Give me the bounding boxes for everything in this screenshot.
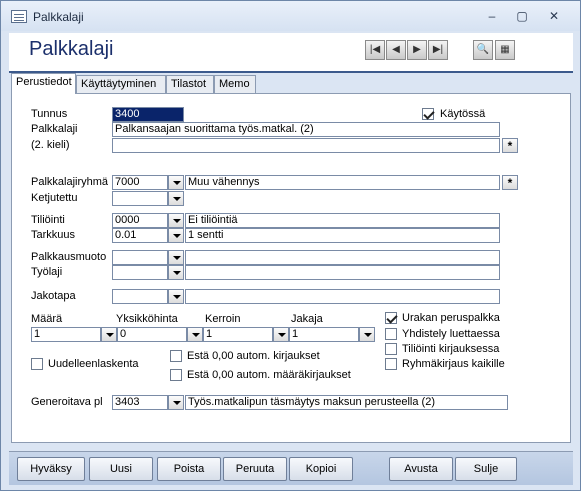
translate-button[interactable]: * (502, 138, 518, 153)
yksikkohinta-combo[interactable]: 0 (117, 327, 187, 342)
ketjutettu-label: Ketjutettu (31, 192, 78, 204)
kerroin-label: Kerroin (205, 313, 241, 325)
uusi-button[interactable]: Uusi (89, 457, 153, 481)
tyolaji-label: Työlaji (31, 266, 63, 278)
ryhmakirj-label: Ryhmäkirjaus kaikille (402, 358, 505, 370)
urakan-label: Urakan peruspalkka (402, 312, 500, 324)
page-title: Palkkalaji (29, 38, 114, 60)
ketjutettu-dropdown[interactable] (168, 191, 184, 206)
maara-combo[interactable]: 1 (31, 327, 101, 342)
jakaja-dropdown[interactable] (359, 327, 375, 342)
tab-perustiedot[interactable]: Perustiedot (11, 73, 76, 94)
minimize-button[interactable]: – (479, 7, 505, 25)
window-title: Palkkalaji (33, 10, 84, 24)
generoitava-dropdown[interactable] (168, 395, 184, 410)
yhdistely-label: Yhdistely luettaessa (402, 328, 500, 340)
avusta-button[interactable]: Avusta (389, 457, 453, 481)
tab-kayttaytyminen[interactable]: Käyttäytyminen (76, 75, 166, 93)
palkkausmuoto-label: Palkkausmuoto (31, 251, 107, 263)
jakotapa-combo[interactable] (112, 289, 168, 304)
ryhma-star-button[interactable]: * (502, 175, 518, 190)
prev-record-button[interactable]: ◀ (386, 40, 406, 60)
palkkalajiryhma-label: Palkkalajiryhmä (31, 176, 109, 188)
uudelleen-checkbox[interactable] (31, 358, 43, 370)
jakotapa-label: Jakotapa (31, 290, 76, 302)
esta1-label: Estä 0,00 autom. kirjaukset (187, 350, 320, 362)
tarkkuus-combo[interactable]: 0.01 (112, 228, 168, 243)
uudelleen-label: Uudelleenlaskenta (48, 358, 139, 370)
table-icon[interactable]: ▦ (495, 40, 515, 60)
palkkalajiryhma-name: Muu vähennys (185, 175, 500, 190)
yhdistely-checkbox[interactable] (385, 328, 397, 340)
kieli2-label: (2. kieli) (31, 139, 70, 151)
tyolaji-name (185, 265, 500, 280)
form-header: Palkkalaji |◀ ◀ ▶ ▶| 🔍 ▦ (9, 33, 573, 73)
palkkalaji-label: Palkkalaji (31, 123, 78, 135)
tyolaji-dropdown[interactable] (168, 265, 184, 280)
last-record-button[interactable]: ▶| (428, 40, 448, 60)
palkkausmuoto-combo[interactable] (112, 250, 168, 265)
tarkkuus-name: 1 sentti (185, 228, 500, 243)
palkkausmuoto-dropdown[interactable] (168, 250, 184, 265)
jakaja-label: Jakaja (291, 313, 323, 325)
tunnus-label: Tunnus (31, 108, 68, 120)
esta2-label: Estä 0,00 autom. määräkirjaukset (187, 369, 351, 381)
tiliointi-label: Tiliöinti (31, 214, 65, 226)
poista-button[interactable]: Poista (157, 457, 221, 481)
palkkausmuoto-name (185, 250, 500, 265)
palkkalajiryhma-combo[interactable]: 7000 (112, 175, 168, 190)
palkkalajiryhma-dropdown[interactable] (168, 175, 184, 190)
tab-tilastot[interactable]: Tilastot (166, 75, 214, 93)
close-button[interactable]: ✕ (541, 7, 567, 25)
yksikkohinta-label: Yksikköhinta (116, 313, 178, 325)
tiliointikirj-label: Tiliöinti kirjauksessa (402, 343, 500, 355)
access-form-window: Palkkalaji – ▢ ✕ Palkkalaji |◀ ◀ ▶ ▶| 🔍 … (0, 0, 581, 491)
kopioi-button[interactable]: Kopioi (289, 457, 353, 481)
ketjutettu-combo[interactable] (112, 191, 168, 206)
tab-panel-perustiedot: Tunnus 3400 Käytössä Palkkalaji Palkansa… (11, 93, 571, 443)
kaytossa-checkbox[interactable] (422, 108, 434, 120)
peruuta-button[interactable]: Peruuta (223, 457, 287, 481)
kerroin-combo[interactable]: 1 (203, 327, 273, 342)
kaytossa-label: Käytössä (440, 108, 486, 120)
hyvaksy-button[interactable]: Hyväksy (17, 457, 85, 481)
kieli2-field[interactable] (112, 138, 500, 153)
palkkalaji-field[interactable]: Palkansaajan suorittama työs.matkal. (2) (112, 122, 500, 137)
jakaja-combo[interactable]: 1 (289, 327, 359, 342)
jakotapa-dropdown[interactable] (168, 289, 184, 304)
kerroin-dropdown[interactable] (273, 327, 289, 342)
form-icon (11, 10, 27, 23)
jakotapa-name (185, 289, 500, 304)
sulje-button[interactable]: Sulje (455, 457, 517, 481)
tyolaji-combo[interactable] (112, 265, 168, 280)
next-record-button[interactable]: ▶ (407, 40, 427, 60)
tab-memo[interactable]: Memo (214, 75, 256, 93)
tiliointi-name: Ei tiliöintiä (185, 213, 500, 228)
maara-label: Määrä (31, 313, 63, 325)
tarkkuus-label: Tarkkuus (31, 229, 76, 241)
esta1-checkbox[interactable] (170, 350, 182, 362)
tiliointikirj-checkbox[interactable] (385, 343, 397, 355)
tiliointi-dropdown[interactable] (168, 213, 184, 228)
maara-dropdown[interactable] (101, 327, 117, 342)
first-record-button[interactable]: |◀ (365, 40, 385, 60)
urakan-checkbox[interactable] (385, 312, 397, 324)
yksikkohinta-dropdown[interactable] (187, 327, 203, 342)
generoitava-combo[interactable]: 3403 (112, 395, 168, 410)
restore-button[interactable]: ▢ (509, 7, 535, 25)
tarkkuus-dropdown[interactable] (168, 228, 184, 243)
esta2-checkbox[interactable] (170, 369, 182, 381)
tunnus-field[interactable]: 3400 (112, 107, 184, 122)
title-bar: Palkkalaji – ▢ ✕ (1, 1, 580, 31)
ryhmakirj-checkbox[interactable] (385, 358, 397, 370)
tiliointi-combo[interactable]: 0000 (112, 213, 168, 228)
generoitava-label: Generoitava pl (31, 396, 103, 408)
button-bar: Hyväksy Uusi Poista Peruuta Kopioi Avust… (9, 451, 573, 485)
binoculars-icon[interactable]: 🔍 (473, 40, 493, 60)
generoitava-name: Työs.matkalipun täsmäytys maksun peruste… (185, 395, 508, 410)
